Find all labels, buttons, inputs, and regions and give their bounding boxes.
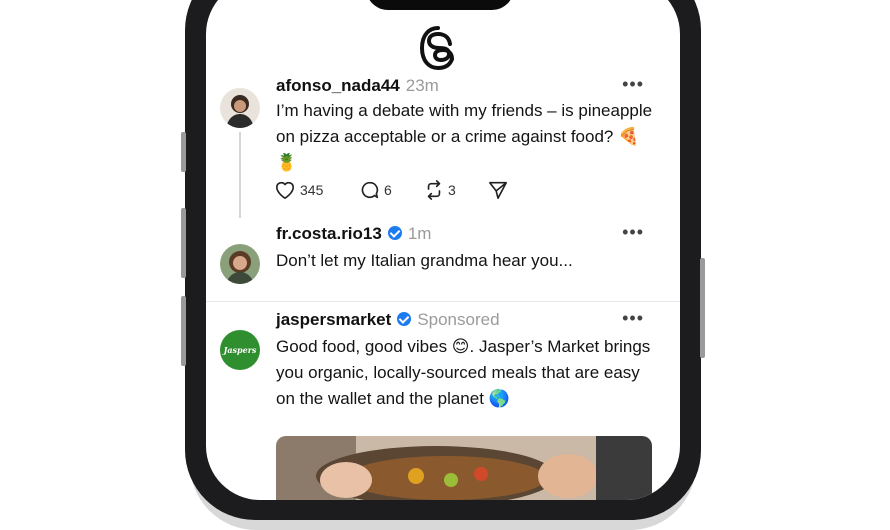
like-count: 345	[300, 182, 324, 198]
like-button[interactable]: 345	[274, 180, 323, 200]
avatar[interactable]	[220, 244, 260, 284]
more-options-icon[interactable]: •••	[622, 74, 644, 95]
brand-avatar[interactable]: Jaspers	[220, 330, 260, 370]
threads-logo-icon[interactable]	[416, 24, 460, 72]
repost-icon	[427, 180, 441, 200]
thread-connector-line	[239, 132, 241, 218]
comment-icon	[361, 181, 379, 199]
side-button	[181, 132, 186, 172]
reply-count: 6	[384, 182, 392, 198]
repost-count: 3	[448, 182, 456, 198]
post-image[interactable]	[276, 436, 652, 500]
divider	[206, 301, 680, 302]
post-text: Don’t let my Italian grandma hear you...	[276, 251, 573, 270]
more-options-icon[interactable]: •••	[622, 308, 644, 329]
share-button[interactable]	[488, 180, 508, 200]
avatar[interactable]	[220, 88, 260, 128]
brand-logo-text: Jaspers	[223, 345, 257, 355]
send-icon	[489, 181, 507, 199]
post-header: jaspersmarket Sponsored	[276, 310, 500, 330]
side-button	[181, 208, 186, 278]
verified-badge-icon	[397, 312, 412, 326]
reply-button[interactable]: 6	[360, 180, 392, 200]
post-header: fr.costa.rio13 1m	[276, 224, 431, 244]
timestamp: 23m	[405, 76, 439, 95]
post-header: afonso_nada44 23m	[276, 76, 439, 96]
side-button	[181, 296, 186, 366]
timestamp: 1m	[407, 224, 432, 243]
side-button	[700, 258, 705, 358]
username[interactable]: afonso_nada44	[276, 76, 400, 95]
sponsored-label: Sponsored	[417, 310, 500, 329]
heart-icon	[276, 181, 294, 199]
repost-button[interactable]: 3	[424, 180, 456, 200]
more-options-icon[interactable]: •••	[622, 222, 644, 243]
username[interactable]: fr.costa.rio13	[276, 224, 382, 243]
phone-screen: afonso_nada44 23m ••• I’m having a debate…	[206, 0, 680, 500]
dynamic-island	[366, 0, 514, 10]
verified-badge-icon	[387, 226, 402, 240]
username[interactable]: jaspersmarket	[276, 310, 391, 329]
post-text: Good food, good vibes 😊. Jasper’s Market…	[276, 337, 651, 408]
post-text: I’m having a debate with my friends – is…	[276, 101, 653, 172]
